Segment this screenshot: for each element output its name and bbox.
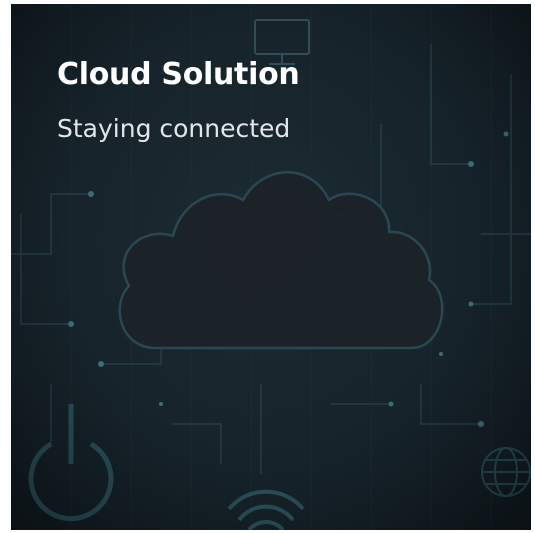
globe-icon bbox=[481, 447, 531, 497]
card-subtitle: Staying connected bbox=[57, 114, 291, 143]
card-title: Cloud Solution bbox=[57, 57, 300, 92]
cloud-icon bbox=[118, 171, 444, 350]
solution-card[interactable]: Cloud Solution Staying connected bbox=[11, 4, 531, 530]
wifi-icon bbox=[227, 489, 305, 530]
